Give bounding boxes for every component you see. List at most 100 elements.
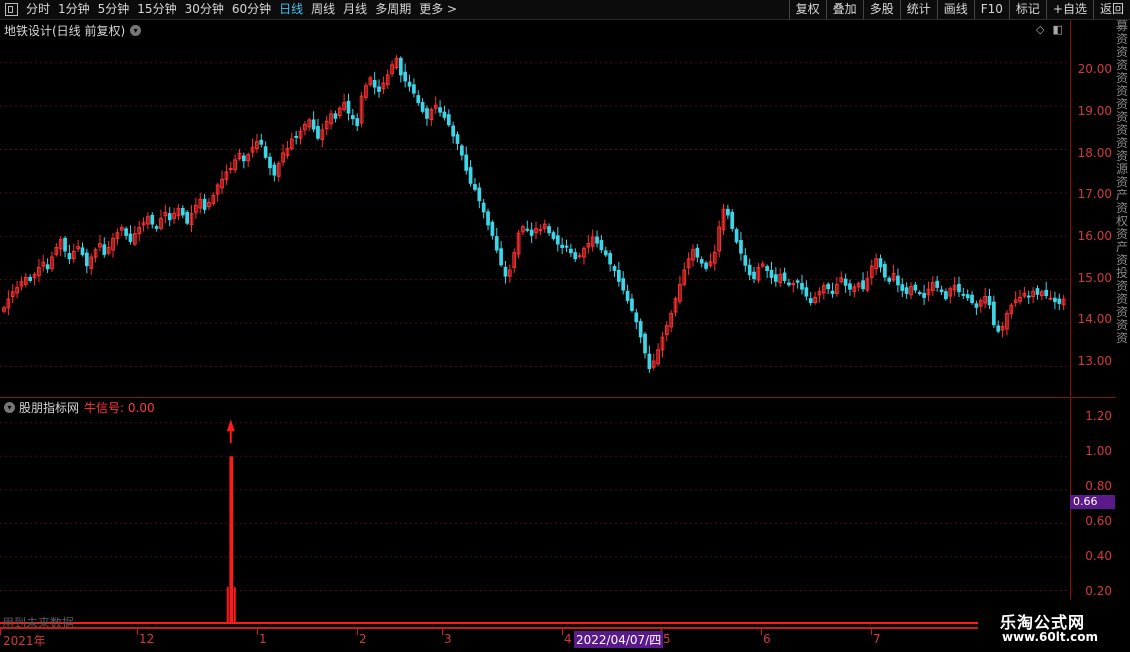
candle-body — [1048, 297, 1053, 300]
candle-body — [468, 167, 473, 184]
tab-1min[interactable]: 1分钟 — [54, 0, 94, 19]
candle-body — [739, 240, 743, 254]
candle-body — [965, 294, 970, 299]
statistics-button[interactable]: 统计 — [899, 0, 937, 19]
candle-body — [887, 277, 892, 282]
overlay-button[interactable]: 叠加 — [825, 0, 863, 19]
indicator-chart[interactable] — [0, 397, 1070, 628]
add-watchlist-button[interactable]: +自选 — [1045, 0, 1093, 19]
candlestick-chart[interactable] — [0, 20, 1070, 396]
chevron-down-icon[interactable]: ▾ — [130, 25, 142, 36]
tool-buttons: 复权 叠加 多股 统计 画线 F10 标记 +自选 返回 — [788, 0, 1130, 19]
candle-body — [473, 184, 477, 190]
candle-body — [608, 253, 612, 265]
tab-monthly[interactable]: 月线 — [339, 0, 371, 19]
candle-body — [996, 325, 1001, 332]
candle-body — [957, 283, 961, 293]
tab-weekly[interactable]: 周线 — [307, 0, 339, 19]
candle-body — [263, 146, 268, 158]
date-tick — [442, 629, 443, 635]
date-label: 5 — [663, 632, 671, 646]
tab-daily[interactable]: 日线 — [275, 0, 307, 19]
date-label: 2 — [359, 632, 367, 646]
candle-body — [333, 113, 338, 119]
candle-body — [808, 298, 813, 304]
date-tick — [761, 629, 762, 635]
indicator-tick: 0.40 — [1085, 549, 1112, 563]
candle-body — [180, 207, 185, 216]
candle-body — [630, 298, 634, 311]
candle-body — [377, 86, 381, 92]
candle-body — [643, 333, 647, 354]
candle-body — [795, 280, 800, 283]
date-tick — [257, 629, 258, 635]
candle-body — [455, 134, 460, 144]
tab-more[interactable]: 更多 > — [415, 0, 461, 19]
candle-body — [228, 168, 233, 171]
candle-body — [241, 155, 246, 162]
candle-body — [743, 255, 748, 266]
candle-body — [28, 276, 33, 281]
signal-arrow — [226, 419, 235, 432]
date-label: 1 — [259, 632, 267, 646]
tab-15min[interactable]: 15分钟 — [133, 0, 180, 19]
back-button[interactable]: 返回 — [1092, 0, 1130, 19]
candle-body — [726, 208, 730, 216]
candle-body — [486, 211, 490, 226]
candle-body — [917, 292, 922, 295]
candle-body — [1035, 288, 1040, 295]
multi-stock-button[interactable]: 多股 — [862, 0, 900, 19]
period-toolbar: 分时 1分钟 5分钟 15分钟 30分钟 60分钟 日线 周线 月线 多周期 更… — [0, 0, 1130, 20]
date-label: 3 — [444, 632, 452, 646]
indicator-tick: 0.80 — [1085, 479, 1112, 493]
candle-body — [595, 236, 599, 244]
candle-body — [577, 255, 582, 258]
restore-rights-button[interactable]: 复权 — [788, 0, 826, 19]
date-label: 12 — [139, 632, 155, 646]
candle-body — [442, 111, 447, 118]
candle-body — [970, 294, 974, 304]
date-label: 6 — [763, 632, 771, 646]
indicator-title: ▾ 股朋指标网 牛信号: 0.00 — [4, 399, 155, 416]
tab-multi-period[interactable]: 多周期 — [371, 0, 415, 19]
candle-body — [259, 139, 264, 145]
candle-body — [398, 57, 403, 76]
candle-body — [185, 211, 189, 224]
tab-30min[interactable]: 30分钟 — [181, 0, 228, 19]
candle-body — [1044, 289, 1049, 297]
mark-button[interactable]: 标记 — [1008, 0, 1046, 19]
date-tick — [357, 629, 358, 635]
candle-body — [412, 84, 416, 94]
candle-body — [85, 252, 89, 267]
candle-body — [102, 244, 107, 255]
chevron-down-icon[interactable]: ▾ — [4, 402, 15, 413]
candle-body — [490, 221, 495, 236]
candle-body — [1053, 297, 1057, 303]
maximize-icon[interactable]: ◧ — [1052, 23, 1062, 36]
signal-value-label: 牛信号: 0.00 — [84, 401, 155, 415]
window-icon[interactable] — [5, 3, 18, 16]
price-tick: 14.00 — [1077, 312, 1112, 326]
diamond-icon[interactable]: ◇ — [1036, 23, 1044, 36]
draw-line-button[interactable]: 画线 — [936, 0, 974, 19]
candle-body — [407, 81, 412, 87]
indicator-tick: 0.20 — [1085, 584, 1112, 598]
tab-60min[interactable]: 60分钟 — [228, 0, 275, 19]
candle-body — [555, 235, 560, 245]
tab-fenshi[interactable]: 分时 — [22, 0, 54, 19]
candle-body — [961, 293, 966, 296]
candle-body — [80, 247, 85, 255]
candle-body — [569, 248, 573, 254]
indicator-tick: 1.00 — [1085, 444, 1112, 458]
candle-body — [773, 274, 778, 282]
candle-body — [612, 266, 617, 271]
candle-body — [699, 259, 704, 264]
cursor-value-marker: 0.66 — [1070, 495, 1115, 509]
candle-body — [769, 269, 774, 278]
candle-body — [634, 312, 639, 323]
candle-body — [494, 236, 499, 251]
chart-title-text: 地铁设计(日线 前复权) — [4, 24, 126, 38]
candle-body — [848, 283, 852, 290]
tab-5min[interactable]: 5分钟 — [94, 0, 134, 19]
f10-button[interactable]: F10 — [973, 0, 1009, 19]
